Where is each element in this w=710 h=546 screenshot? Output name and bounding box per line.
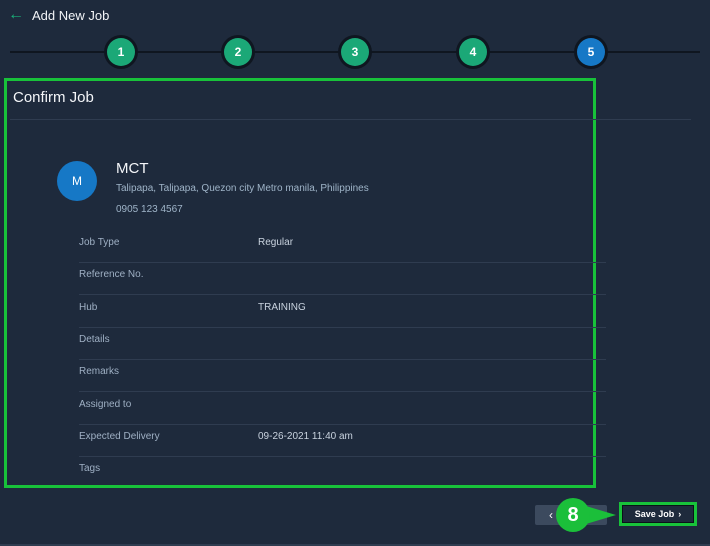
detail-row-remarks: Remarks [79, 359, 606, 392]
step-3[interactable]: 3 [341, 38, 369, 66]
detail-row-assigned-to: Assigned to [79, 392, 606, 425]
page-header: ← Add New Job [8, 6, 109, 24]
avatar: M [57, 161, 97, 201]
detail-row-reference-no: Reference No. [79, 262, 606, 295]
detail-row-details: Details [79, 327, 606, 360]
detail-label: Reference No. [79, 269, 144, 280]
detail-value: Regular [258, 237, 294, 248]
detail-row-job-type: Job Type Regular [79, 230, 606, 263]
callout-badge: 8 [556, 498, 590, 532]
save-job-button[interactable]: Save Job › [623, 506, 693, 522]
title-divider [10, 119, 691, 120]
step-4[interactable]: 4 [459, 38, 487, 66]
detail-label: Job Type [79, 237, 120, 248]
detail-label: Expected Delivery [79, 431, 160, 442]
detail-row-hub: Hub TRAINING [79, 295, 606, 328]
detail-value: 09-26-2021 11:40 am [258, 431, 353, 442]
detail-label: Details [79, 334, 110, 345]
company-address: Talipapa, Talipapa, Quezon city Metro ma… [116, 183, 369, 194]
detail-label: Remarks [79, 366, 120, 377]
detail-label: Assigned to [79, 399, 132, 410]
arrow-left-icon[interactable]: ← [8, 7, 24, 23]
step-indicator: 1 2 3 4 5 [0, 36, 710, 68]
step-1[interactable]: 1 [107, 38, 135, 66]
company-phone: 0905 123 4567 [116, 204, 183, 215]
card-title: Confirm Job [13, 89, 94, 106]
company-name: MCT [116, 160, 149, 177]
page-title: Add New Job [32, 7, 110, 23]
callout-pointer [586, 506, 616, 524]
step-2[interactable]: 2 [224, 38, 252, 66]
step-5-active[interactable]: 5 [577, 38, 605, 66]
detail-value: TRAINING [258, 302, 306, 313]
detail-label: Tags [79, 463, 101, 474]
chevron-right-icon: › [678, 509, 682, 519]
save-job-label: Save Job [634, 509, 675, 519]
detail-row-tags: Tags [79, 456, 606, 488]
detail-row-expected-delivery: Expected Delivery 09-26-2021 11:40 am [79, 424, 606, 457]
detail-label: Hub [79, 302, 98, 313]
